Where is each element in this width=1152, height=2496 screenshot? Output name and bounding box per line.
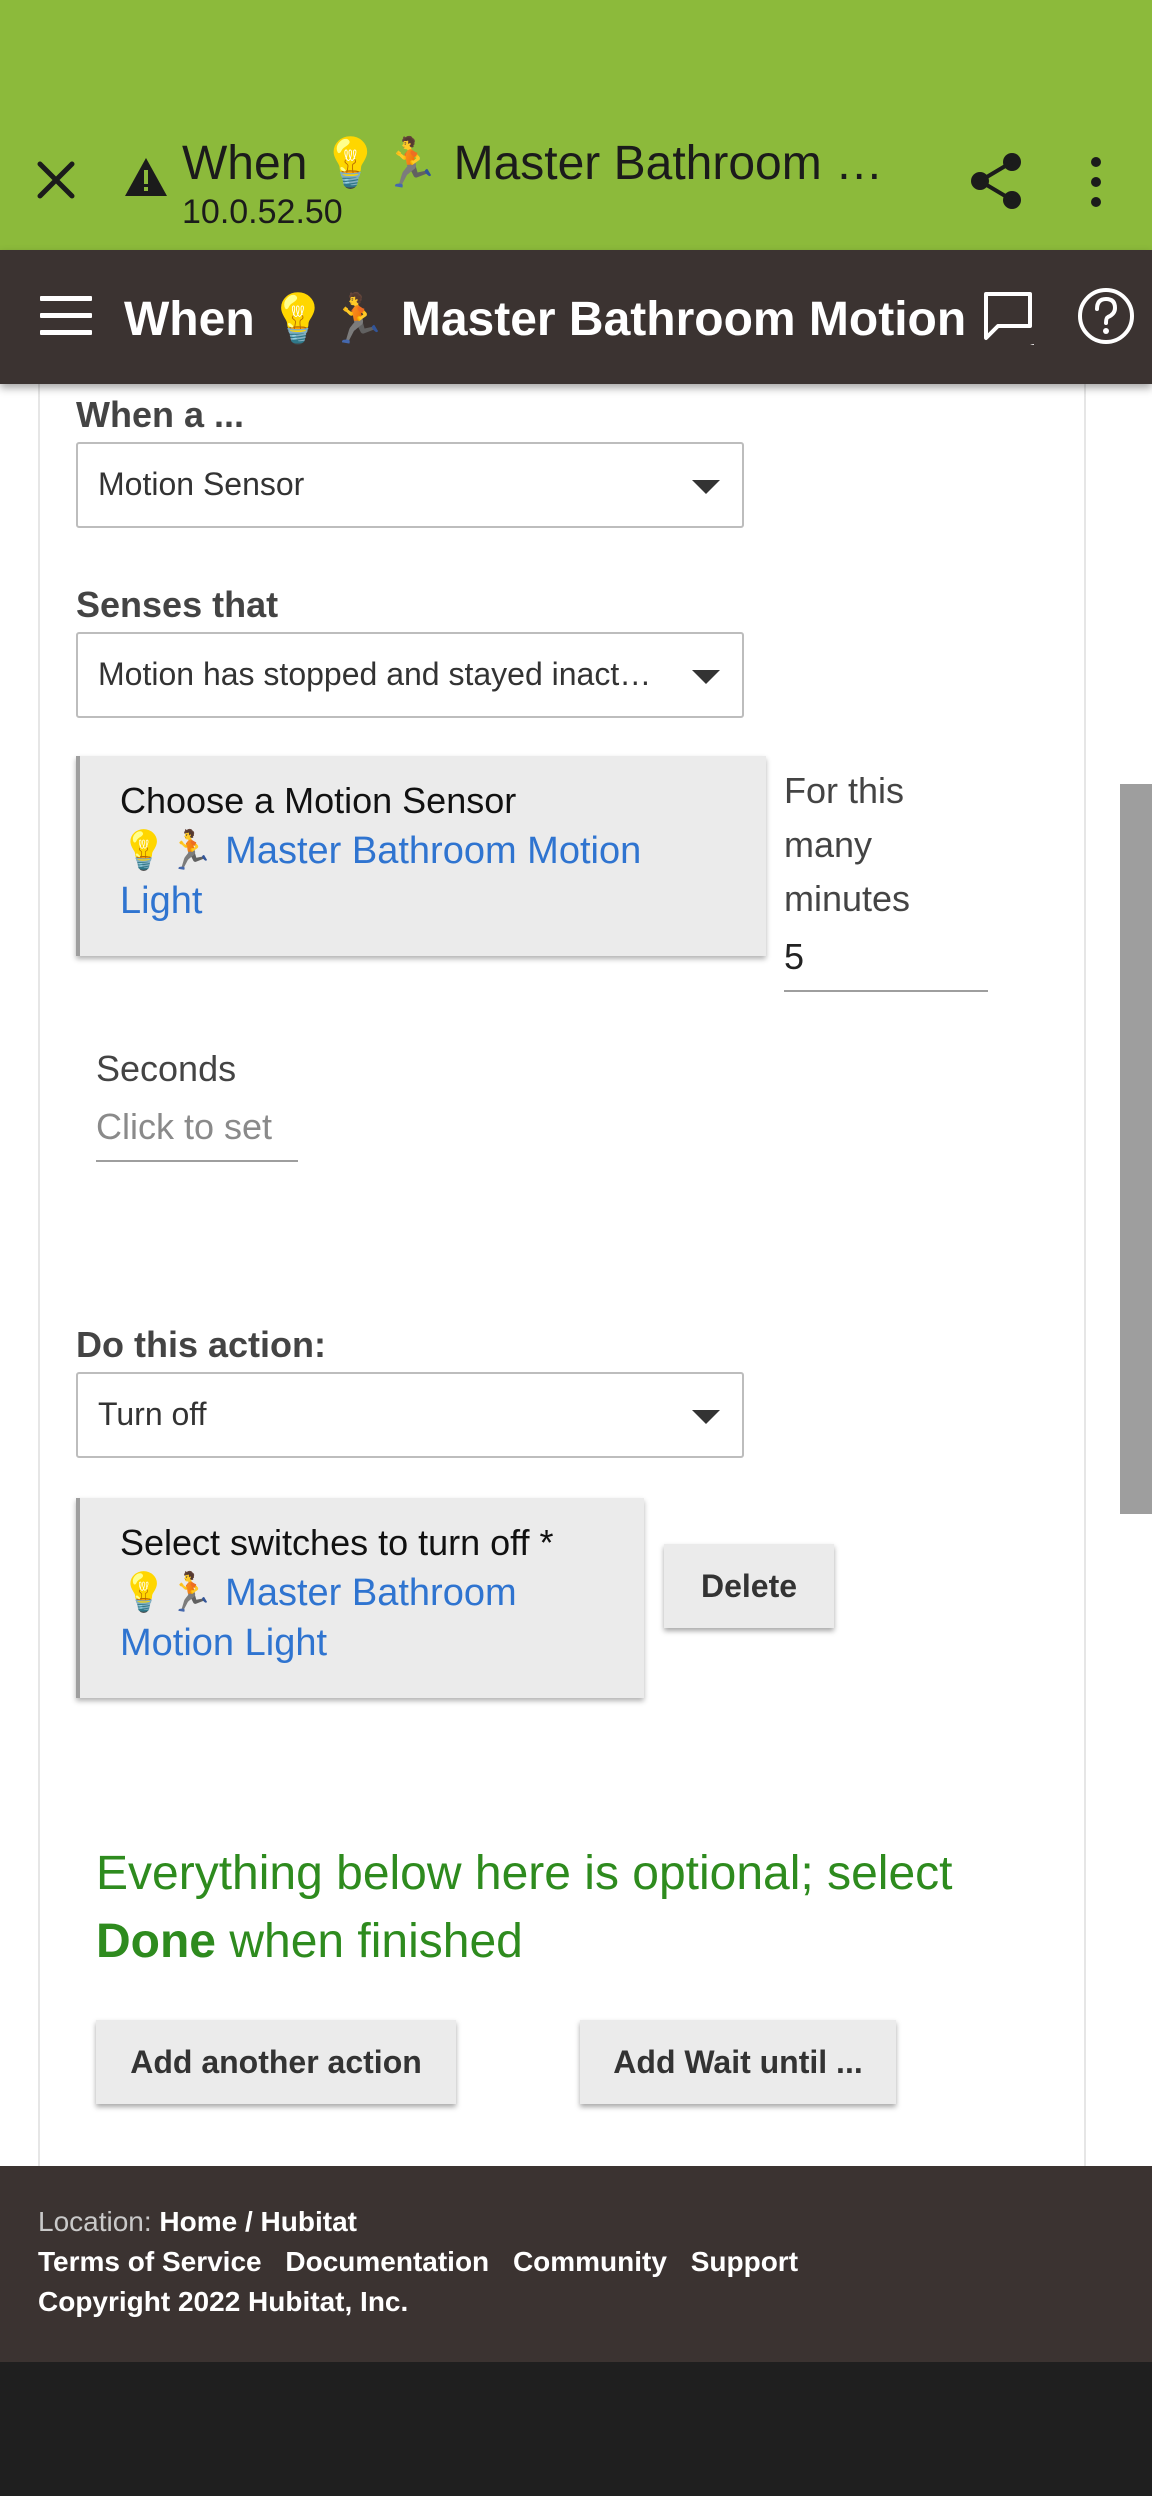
device-type-value: Motion Sensor (98, 466, 305, 502)
seconds-input[interactable]: Click to set (96, 1100, 272, 1154)
selected-switch-link[interactable]: 💡🏃 Master Bathroom Motion Light (120, 1568, 600, 1668)
dropdown-caret-icon (692, 480, 720, 494)
tab-url: 10.0.52.50 (182, 193, 343, 231)
action-value: Turn off (98, 1396, 207, 1432)
picker-title: Select switches to turn off * (120, 1522, 554, 1563)
delete-button[interactable]: Delete (664, 1544, 834, 1628)
main-content: When a ... Motion Sensor Senses that Mot… (0, 384, 1152, 2166)
app-header: When 💡🏃 Master Bathroom Motion Light (0, 250, 1152, 384)
share-icon[interactable] (966, 150, 1026, 212)
selected-device-link[interactable]: 💡🏃 Master Bathroom Motion Light (120, 826, 720, 926)
senses-value: Motion has stopped and stayed inactive (98, 656, 658, 692)
switch-picker[interactable]: Select switches to turn off * 💡🏃 Master … (76, 1498, 644, 1698)
copyright: Copyright 2022 Hubitat, Inc. (38, 2286, 409, 2317)
add-wait-until-button[interactable]: Add Wait until ... (580, 2020, 896, 2104)
action-select[interactable]: Turn off (76, 1372, 744, 1458)
community-link[interactable]: Community (513, 2246, 667, 2277)
location-value[interactable]: Home / Hubitat (159, 2206, 357, 2237)
picker-title: Choose a Motion Sensor (120, 780, 517, 821)
footer: Location: Home / Hubitat Terms of Servic… (0, 2166, 1152, 2362)
add-another-action-button[interactable]: Add another action (96, 2020, 456, 2104)
close-icon[interactable] (26, 150, 86, 210)
documentation-link[interactable]: Documentation (285, 2246, 489, 2277)
minutes-underline (784, 990, 988, 992)
when-label: When a ... (76, 394, 245, 435)
location-line: Location: Home / Hubitat (38, 2206, 357, 2237)
feedback-icon[interactable] (980, 288, 1036, 344)
system-nav-bar (0, 2362, 1152, 2496)
menu-icon[interactable] (40, 296, 92, 340)
dropdown-caret-icon (692, 1410, 720, 1424)
action-label: Do this action: (76, 1324, 326, 1365)
senses-select[interactable]: Motion has stopped and stayed inactive (76, 632, 744, 718)
footer-links: Terms of Service Documentation Community… (38, 2246, 814, 2278)
done-keyword: Done (96, 1915, 216, 1968)
help-icon[interactable] (1076, 286, 1136, 346)
tab-title: When 💡🏃 Master Bathroom Motion Light (182, 137, 902, 190)
dropdown-caret-icon (692, 670, 720, 684)
minutes-label: For this many minutes (784, 770, 911, 919)
seconds-label: Seconds (96, 1048, 237, 1089)
optional-note: Everything below here is optional; selec… (96, 1847, 953, 1968)
scrollbar-thumb[interactable] (1120, 784, 1152, 1514)
support-link[interactable]: Support (691, 2246, 798, 2277)
motion-sensor-picker[interactable]: Choose a Motion Sensor 💡🏃 Master Bathroo… (76, 756, 766, 956)
more-vert-icon[interactable] (1076, 152, 1116, 212)
terms-link[interactable]: Terms of Service (38, 2246, 262, 2277)
minutes-input[interactable]: 5 (784, 930, 804, 984)
seconds-underline (96, 1160, 298, 1162)
senses-label: Senses that (76, 584, 279, 625)
warning-icon[interactable] (124, 156, 168, 198)
page-title: When 💡🏃 Master Bathroom Motion Light (124, 293, 1034, 346)
browser-toolbar: When 💡🏃 Master Bathroom Motion Light 10.… (0, 0, 1152, 250)
device-type-select[interactable]: Motion Sensor (76, 442, 744, 528)
